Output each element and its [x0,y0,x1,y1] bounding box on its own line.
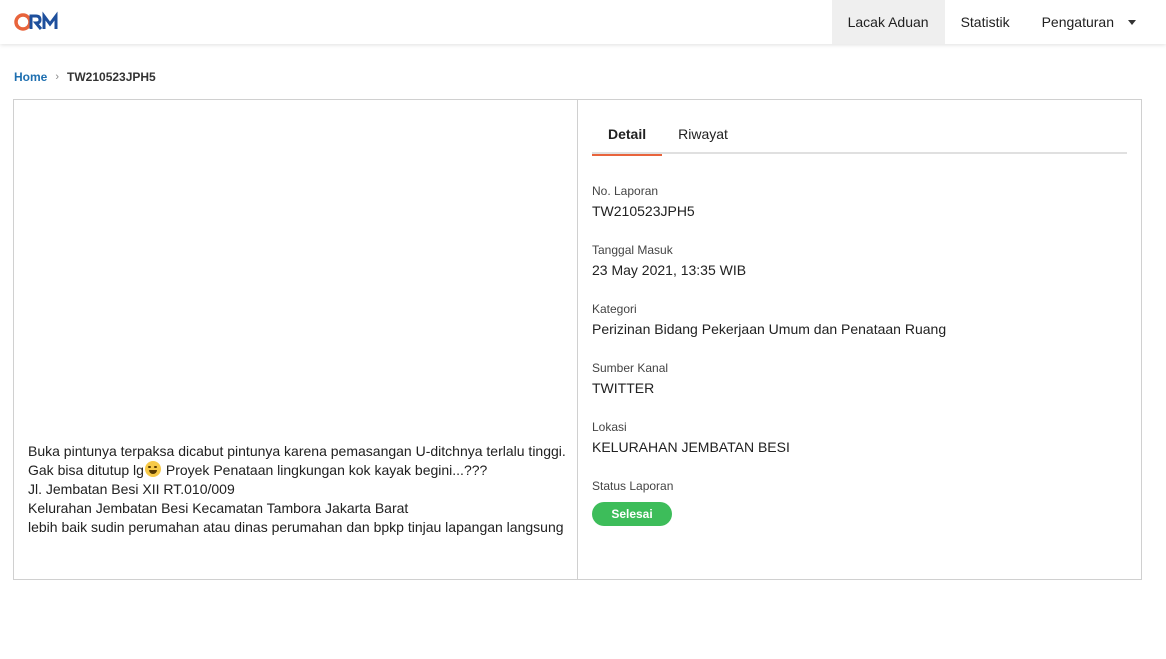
message-line: lebih baik sudin perumahan atau dinas pe… [28,519,564,535]
field-value: 23 May 2021, 13:35 WIB [592,262,747,278]
top-navbar: Lacak Aduan Statistik Pengaturan [0,0,1166,44]
complaint-card: Buka pintunya terpaksa dicabut pintunya … [13,99,1142,580]
field-kategori: Kategori Perizinan Bidang Pekerjaan Umum… [592,302,1127,361]
field-value: TW210523JPH5 [592,203,695,219]
field-label: Lokasi [592,420,627,434]
field-value: KELURAHAN JEMBATAN BESI [592,439,790,455]
caret-down-icon [1128,19,1136,25]
detail-tabs: Detail Riwayat [592,114,1127,156]
nav-label: Lacak Aduan [847,14,929,30]
complaint-detail-pane: Detail Riwayat No. Laporan TW210523JPH5 … [578,100,1141,579]
message-line: Kelurahan Jembatan Besi Kecamatan Tambor… [28,500,409,516]
tab-detail[interactable]: Detail [592,114,663,156]
main-nav: Lacak Aduan Statistik Pengaturan [831,0,1166,44]
field-no-laporan: No. Laporan TW210523JPH5 [592,184,1127,243]
field-label: Status Laporan [592,479,674,493]
complaint-content-pane: Buka pintunya terpaksa dicabut pintunya … [14,100,578,579]
field-tanggal-masuk: Tanggal Masuk 23 May 2021, 13:35 WIB [592,243,1127,302]
status-badge: Selesai [592,502,672,526]
field-label: Tanggal Masuk [592,243,673,257]
detail-fields: No. Laporan TW210523JPH5 Tanggal Masuk 2… [592,184,1127,538]
field-label: Kategori [592,302,637,316]
field-status-laporan: Status Laporan Selesai [592,479,1127,538]
breadcrumb: Home › TW210523JPH5 [14,70,156,84]
field-label: Sumber Kanal [592,361,669,375]
field-sumber-kanal: Sumber Kanal TWITTER [592,361,1127,420]
field-label: No. Laporan [592,184,659,198]
field-value: TWITTER [592,380,655,396]
crying-laughing-emoji-icon [144,461,161,477]
breadcrumb-home-link[interactable]: Home [14,70,47,84]
field-lokasi: Lokasi KELURAHAN JEMBATAN BESI [592,420,1127,479]
complaint-message: Buka pintunya terpaksa dicabut pintunya … [28,442,568,537]
crm-logo[interactable] [14,10,64,34]
chevron-right-icon: › [55,71,60,83]
breadcrumb-current: TW210523JPH5 [67,70,156,84]
tab-riwayat[interactable]: Riwayat [662,114,744,154]
nav-lacak-aduan[interactable]: Lacak Aduan [831,0,945,44]
field-value: Perizinan Bidang Pekerjaan Umum dan Pena… [592,321,947,337]
message-line: Jl. Jembatan Besi XII RT.010/009 [28,481,235,497]
nav-pengaturan[interactable]: Pengaturan [1026,0,1166,44]
message-line: Gak bisa ditutup lg Proyek Penataan ling… [28,461,488,478]
nav-label: Pengaturan [1041,14,1114,30]
message-line: Buka pintunya terpaksa dicabut pintunya … [28,443,566,459]
nav-label: Statistik [960,14,1010,30]
nav-statistik[interactable]: Statistik [945,0,1026,44]
